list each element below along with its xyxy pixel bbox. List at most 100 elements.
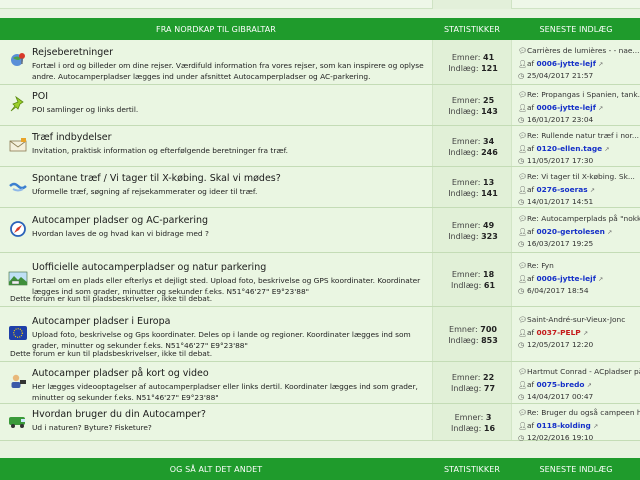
topics-label: Emner: — [451, 270, 481, 279]
eu-flag-icon — [8, 324, 28, 342]
last-post-title[interactable]: 💬︎Re: Rullende natur træf i nor... — [518, 131, 640, 140]
forum-title-link[interactable]: Autocamper pladser og AC-parkering — [32, 215, 208, 226]
forum-title-link[interactable]: Autocamper pladser på kort og video — [32, 368, 209, 379]
last-post-cell: 💬︎Re: Fyn 👤︎af 0006-jytte-lejf ↗ ◷ 6/04/2… — [512, 253, 640, 306]
forum-description: POI samlinger og links dertil. — [32, 105, 139, 114]
topics-count: Emner: 34 — [433, 137, 513, 146]
forum-stats: Emner: 700 Indlæg: 853 — [432, 307, 512, 361]
forum-stats: Emner: 22 Indlæg: 77 — [432, 362, 512, 403]
last-post-date-text: 25/04/2017 21:57 — [527, 71, 594, 80]
last-post-cell: 💬︎Carrières de lumières - - nae... 👤︎af … — [512, 40, 640, 84]
forum-title-link[interactable]: Uofficielle autocamperpladser og natur p… — [32, 262, 266, 273]
last-post-title-text[interactable]: Re: Propangas i Spanien, tank... — [527, 90, 640, 99]
goto-post-icon[interactable]: ↗ — [607, 229, 612, 236]
topics-value: 25 — [483, 96, 495, 105]
last-post-cell: 💬︎Re: Rullende natur træf i nor... 👤︎af … — [512, 126, 640, 166]
last-post-title[interactable]: 💬︎Saint-André-sur-Vieux-Jonc — [518, 315, 640, 324]
camper-icon — [8, 412, 28, 430]
forum-description: Ud i naturen? Byture? Fisketure? — [32, 423, 152, 432]
author-link[interactable]: 0276-soeras — [537, 185, 588, 194]
goto-post-icon[interactable]: ↗ — [598, 61, 603, 68]
last-post-cell: 💬︎Hartmut Conrad - ACpladser på... 👤︎af … — [512, 362, 640, 403]
user-icon: 👤︎ — [518, 60, 527, 68]
last-post-date: ◷ 12/05/2017 12:20 — [518, 340, 640, 349]
goto-post-icon[interactable]: ↗ — [598, 105, 603, 112]
last-post-title-text[interactable]: Re: Autocamperplads på "nokke... — [527, 214, 640, 223]
user-icon: 👤︎ — [518, 422, 527, 430]
author-link[interactable]: 0075-bredo — [537, 380, 585, 389]
last-post-author: 👤︎af 0276-soeras ↗ — [518, 185, 640, 194]
goto-post-icon[interactable]: ↗ — [590, 187, 595, 194]
last-post-title-text[interactable]: Hartmut Conrad - ACpladser på... — [527, 367, 640, 376]
by-label: af — [527, 421, 535, 430]
forum-title-link[interactable]: Spontane træf / Vi tager til X-købing. S… — [32, 173, 281, 184]
forum-row: Spontane træf / Vi tager til X-købing. S… — [0, 167, 640, 208]
last-post-title-text[interactable]: Saint-André-sur-Vieux-Jonc — [527, 315, 625, 324]
category-title[interactable]: OG SÅ ALT DET ANDET — [0, 465, 432, 474]
last-post-title[interactable]: 💬︎Carrières de lumières - - nae... — [518, 46, 640, 55]
goto-post-icon[interactable]: ↗ — [593, 423, 598, 430]
last-post-title-text[interactable]: Re: Rullende natur træf i nor... — [527, 131, 639, 140]
last-post-title-text[interactable]: Re: Bruger du også campeen h... — [527, 408, 640, 417]
last-post-title[interactable]: 💬︎Re: Bruger du også campeen h... — [518, 408, 640, 417]
goto-post-icon[interactable]: ↗ — [598, 276, 603, 283]
forum-title-link[interactable]: POI — [32, 91, 48, 102]
by-label: af — [527, 227, 535, 236]
last-post-title[interactable]: 💬︎Re: Vi tager til X-købing. Sk... — [518, 172, 640, 181]
topics-value: 3 — [485, 413, 492, 422]
author-link[interactable]: 0118-kolding — [537, 421, 591, 430]
pushpin-icon — [8, 95, 28, 113]
goto-post-icon[interactable]: ↗ — [604, 146, 609, 153]
author-link[interactable]: 0006-jytte-lejf — [537, 103, 596, 112]
by-label: af — [527, 185, 535, 194]
forum-cell: Autocamper pladser på kort og video Her … — [0, 362, 432, 403]
posts-value: 323 — [481, 232, 498, 241]
author-link[interactable]: 0020-gertolesen — [537, 227, 605, 236]
user-icon: 👤︎ — [518, 186, 527, 194]
last-post-column-header: SENESTE INDLÆG — [539, 25, 613, 34]
topics-value: 13 — [483, 178, 495, 187]
forum-title-link[interactable]: Autocamper pladser i Europa — [32, 316, 170, 327]
last-post-title[interactable]: 💬︎Hartmut Conrad - ACpladser på... — [518, 367, 640, 376]
topics-label: Emner: — [449, 325, 478, 334]
posts-value: 16 — [483, 424, 496, 433]
posts-label: Indlæg: — [448, 107, 479, 116]
last-post-title-text[interactable]: Carrières de lumières - - nae... — [527, 46, 639, 55]
last-post-title[interactable]: 💬︎Re: Fyn — [518, 261, 640, 270]
author-link[interactable]: 0006-jytte-lejf — [537, 59, 596, 68]
speech-bubble-icon: 💬︎ — [518, 262, 527, 270]
topics-value: 22 — [483, 373, 495, 382]
forum-title-link[interactable]: Rejseberetninger — [32, 47, 113, 58]
clock-icon: ◷ — [518, 198, 525, 206]
last-post-title-text[interactable]: Re: Vi tager til X-købing. Sk... — [527, 172, 635, 181]
forum-cell: POI POI samlinger og links dertil. — [0, 85, 432, 125]
by-label: af — [527, 328, 535, 337]
forum-cell: Uofficielle autocamperpladser og natur p… — [0, 253, 432, 306]
forum-cell: Autocamper pladser og AC-parkering Hvord… — [0, 208, 432, 252]
topics-value: 34 — [483, 137, 495, 146]
author-link[interactable]: 0120-ellen.tage — [537, 144, 603, 153]
forum-title-link[interactable]: Hvordan bruger du din Autocamper? — [32, 409, 206, 420]
posts-label: Indlæg: — [450, 384, 482, 393]
goto-post-icon[interactable]: ↗ — [587, 382, 592, 389]
topics-label: Emner: — [451, 137, 481, 146]
goto-post-icon[interactable]: ↗ — [583, 330, 588, 337]
last-post-date: ◷ 12/02/2016 19:10 — [518, 433, 640, 442]
top-strip — [0, 0, 640, 9]
topics-label: Emner: — [451, 373, 481, 382]
author-link[interactable]: 0037-PELP — [537, 328, 581, 337]
topics-label: Emner: — [454, 413, 484, 422]
forum-title-link[interactable]: Træf indbydelser — [32, 132, 112, 143]
author-link[interactable]: 0006-jytte-lejf — [537, 274, 596, 283]
last-post-title-text[interactable]: Re: Fyn — [527, 261, 554, 270]
last-post-date-text: 16/03/2017 19:25 — [527, 239, 594, 248]
category-title[interactable]: FRA NORDKAP TIL GIBRALTAR — [0, 25, 432, 34]
topics-label: Emner: — [451, 96, 481, 105]
forum-stats: Emner: 41 Indlæg: 121 — [432, 40, 512, 84]
last-post-date-text: 11/05/2017 17:30 — [527, 156, 594, 165]
forum-stats: Emner: 25 Indlæg: 143 — [432, 85, 512, 125]
posts-count: Indlæg: 853 — [433, 336, 513, 345]
last-post-title[interactable]: 💬︎Re: Propangas i Spanien, tank... — [518, 90, 640, 99]
forum-description: Fortæl i ord og billeder om dine rejser.… — [32, 61, 424, 81]
last-post-title[interactable]: 💬︎Re: Autocamperplads på "nokke... — [518, 214, 640, 223]
